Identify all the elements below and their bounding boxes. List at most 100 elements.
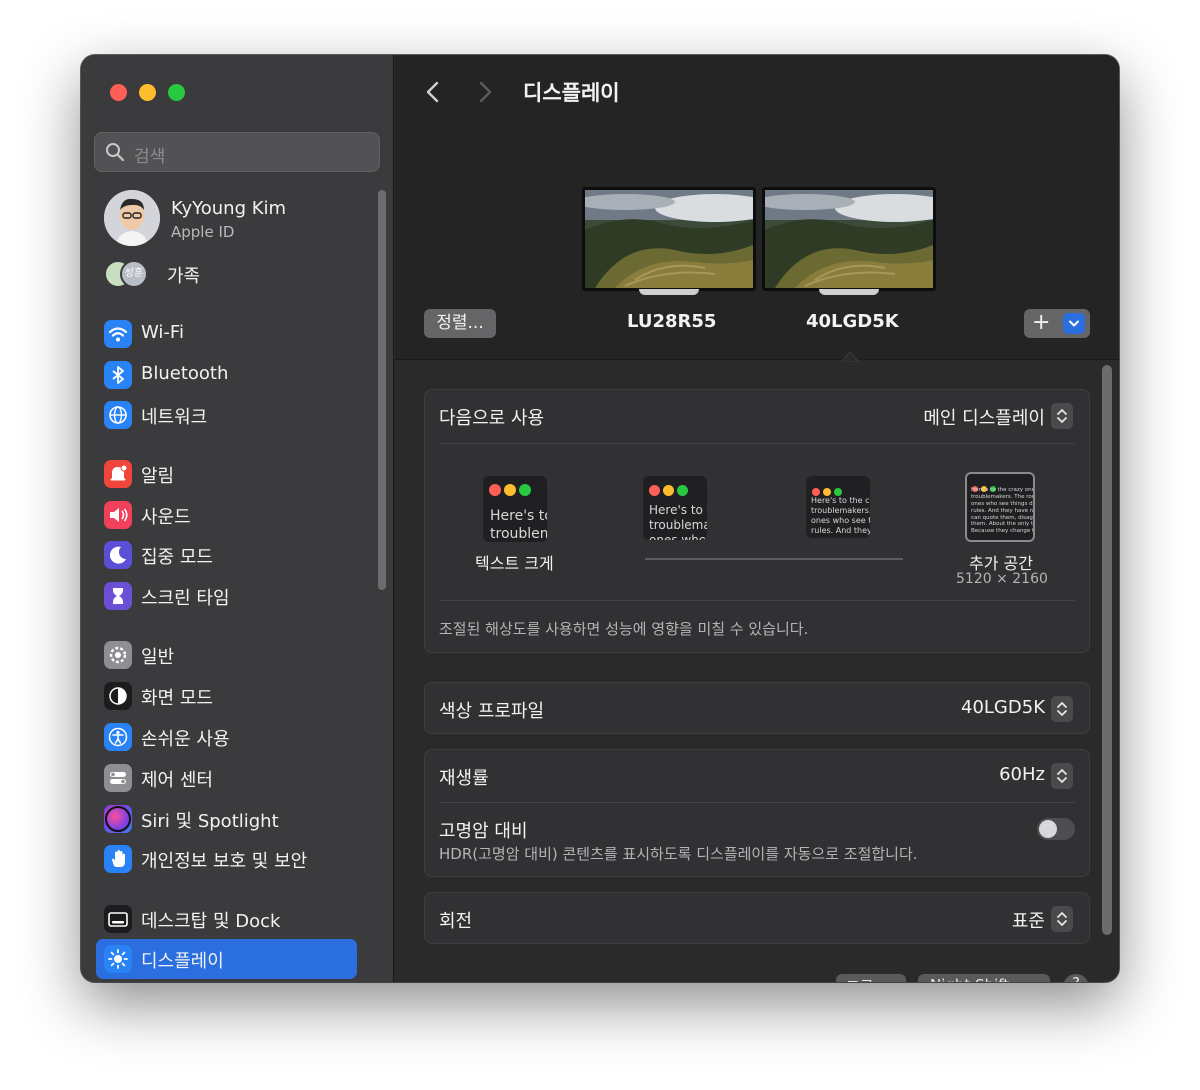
divider xyxy=(439,443,1075,444)
hdr-toggle[interactable] xyxy=(1037,818,1075,840)
larger-text-label: 텍스트 크게 xyxy=(475,554,554,573)
add-display-button[interactable]: + xyxy=(1024,309,1090,338)
sidebar-item-sound[interactable]: 사운드 xyxy=(96,495,357,535)
sidebar-item-notifications[interactable]: 알림 xyxy=(96,454,357,494)
rotation-stepper[interactable] xyxy=(1051,906,1073,932)
monitor-label[interactable]: LU28R55 xyxy=(627,311,716,332)
sidebar-item-appearance[interactable]: 화면 모드 xyxy=(96,676,357,716)
sidebar-item-privacy[interactable]: 개인정보 보호 및 보안 xyxy=(96,839,357,879)
color-profile-panel: 색상 프로파일 40LGD5K xyxy=(424,682,1090,734)
refresh-hdr-panel: 재생률 60Hz 고명암 대비 HDR(고명암 대비) 콘텐츠를 표시하도록 디… xyxy=(424,749,1090,877)
appearance-icon xyxy=(104,682,132,710)
hdr-label: 고명암 대비 xyxy=(439,821,528,842)
hdr-description: HDR(고명암 대비) 콘텐츠를 표시하도록 디스플레이를 자동으로 조절합니다… xyxy=(439,845,918,863)
resolution-note: 조절된 해상도를 사용하면 성능에 영향을 미칠 수 있습니다. xyxy=(439,620,809,638)
resolution-slider-track[interactable] xyxy=(645,558,903,560)
color-profile-value[interactable]: 40LGD5K xyxy=(961,697,1045,718)
monitor-thumbnail[interactable] xyxy=(582,187,756,295)
settings-window: 검색 KyYoung Kim Apple ID 성훈 가족 Wi-Fi Blue… xyxy=(81,55,1119,982)
monitor-wallpaper xyxy=(582,187,756,291)
sidebar-item-label: Bluetooth xyxy=(141,363,229,384)
family-label: 가족 xyxy=(167,266,201,287)
sidebar-scrollbar[interactable] xyxy=(378,190,386,590)
speaker-icon xyxy=(104,501,132,529)
rotation-panel: 회전 표준 xyxy=(424,892,1090,944)
sidebar: 검색 KyYoung Kim Apple ID 성훈 가족 Wi-Fi Blue… xyxy=(81,55,394,982)
toggle-knob xyxy=(1039,820,1057,838)
monitor-stand xyxy=(639,289,699,295)
color-profile-stepper[interactable] xyxy=(1051,696,1073,722)
bell-icon xyxy=(104,460,132,488)
avatar xyxy=(104,190,160,246)
resolution-option-selected[interactable]: Here's to the crazy one troublemakers. T… xyxy=(965,472,1035,542)
monitor-wallpaper xyxy=(762,187,936,291)
sidebar-item-siri[interactable]: Siri 및 Spotlight xyxy=(96,799,357,839)
use-as-stepper[interactable] xyxy=(1051,403,1073,429)
resolution-option[interactable]: Here's to t troublema ones who xyxy=(643,476,707,540)
main-scrollbar[interactable] xyxy=(1102,365,1112,935)
sun-icon xyxy=(104,945,132,973)
minimize-button[interactable] xyxy=(139,84,156,101)
advanced-button[interactable]: 고급... xyxy=(836,974,906,982)
sidebar-item-screen-time[interactable]: 스크린 타임 xyxy=(96,576,357,616)
refresh-rate-label: 재생률 xyxy=(439,768,489,789)
divider xyxy=(439,802,1075,803)
search-field[interactable]: 검색 xyxy=(94,132,380,172)
control-center-icon xyxy=(104,764,132,792)
refresh-rate-stepper[interactable] xyxy=(1051,763,1073,789)
help-button[interactable]: ? xyxy=(1063,974,1089,982)
resolution-sample-text: Here's to the troublem xyxy=(490,508,547,542)
arrange-button[interactable]: 정렬... xyxy=(424,309,496,338)
divider xyxy=(439,600,1075,601)
sidebar-item-network[interactable]: 네트워크 xyxy=(96,395,357,435)
gear-icon xyxy=(104,641,132,669)
resolution-option[interactable]: Here's to the cr troublemakers. ones who… xyxy=(806,476,870,538)
color-profile-label: 색상 프로파일 xyxy=(439,701,545,722)
resolution-sample-text: Here's to t troublema ones who xyxy=(649,503,707,540)
forward-chevron-icon[interactable] xyxy=(475,77,495,111)
dock-icon xyxy=(104,905,132,933)
sidebar-item-focus[interactable]: 집중 모드 xyxy=(96,535,357,575)
sidebar-item-wifi[interactable]: Wi-Fi xyxy=(96,314,357,354)
chevron-down-icon[interactable] xyxy=(1063,313,1085,334)
search-placeholder: 검색 xyxy=(134,147,166,167)
toolbar: 디스플레이 LU28R55 40LGD5K 정렬... + xyxy=(395,55,1119,363)
profile-subtitle: Apple ID xyxy=(171,223,235,241)
sidebar-item-label: 개인정보 보호 및 보안 xyxy=(141,851,308,872)
zoom-button[interactable] xyxy=(168,84,185,101)
sidebar-item-label: 일반 xyxy=(141,647,175,668)
sidebar-item-label: 데스크탑 및 Dock xyxy=(141,911,281,932)
resolution-sample-text: Here's to the cr troublemakers. ones who… xyxy=(811,496,870,535)
sidebar-item-desktop-dock[interactable]: 데스크탑 및 Dock xyxy=(96,899,357,939)
sidebar-item-label: 알림 xyxy=(141,466,175,487)
refresh-rate-value[interactable]: 60Hz xyxy=(999,764,1045,785)
globe-icon xyxy=(104,401,132,429)
sidebar-item-general[interactable]: 일반 xyxy=(96,635,357,675)
sidebar-item-label: 제어 센터 xyxy=(141,770,213,791)
plus-icon: + xyxy=(1032,310,1051,335)
sidebar-item-accessibility[interactable]: 손쉬운 사용 xyxy=(96,717,357,757)
sidebar-item-control-center[interactable]: 제어 센터 xyxy=(96,758,357,798)
sidebar-item-label: 사운드 xyxy=(141,507,191,528)
night-shift-button[interactable]: Night Shift... xyxy=(918,974,1050,982)
monitor-stand xyxy=(819,289,879,295)
family-avatar-initials: 성훈 xyxy=(120,260,148,288)
hourglass-icon xyxy=(104,582,132,610)
resolution-sample-text: Here's to the crazy one troublemakers. T… xyxy=(971,487,1035,535)
sidebar-item-label: Wi-Fi xyxy=(141,322,184,343)
monitor-label-selected[interactable]: 40LGD5K xyxy=(806,311,899,332)
resolution-option-larger-text[interactable]: Here's to the troublem xyxy=(483,476,547,542)
sidebar-item-bluetooth[interactable]: Bluetooth xyxy=(96,355,357,395)
sidebar-item-displays[interactable]: 디스플레이 xyxy=(96,939,357,979)
back-chevron-icon[interactable] xyxy=(423,77,443,111)
use-as-panel: 다음으로 사용 메인 디스플레이 Here's to the troublem … xyxy=(424,389,1090,653)
sidebar-item-label: 손쉬운 사용 xyxy=(141,729,230,750)
monitor-thumbnail-selected[interactable] xyxy=(762,187,936,295)
hand-icon xyxy=(104,845,132,873)
rotation-value[interactable]: 표준 xyxy=(1012,907,1045,933)
close-button[interactable] xyxy=(110,84,127,101)
search-icon xyxy=(105,142,125,166)
use-as-value[interactable]: 메인 디스플레이 xyxy=(923,404,1045,430)
more-space-resolution: 5120 × 2160 xyxy=(956,571,1048,587)
use-as-label: 다음으로 사용 xyxy=(439,408,545,429)
